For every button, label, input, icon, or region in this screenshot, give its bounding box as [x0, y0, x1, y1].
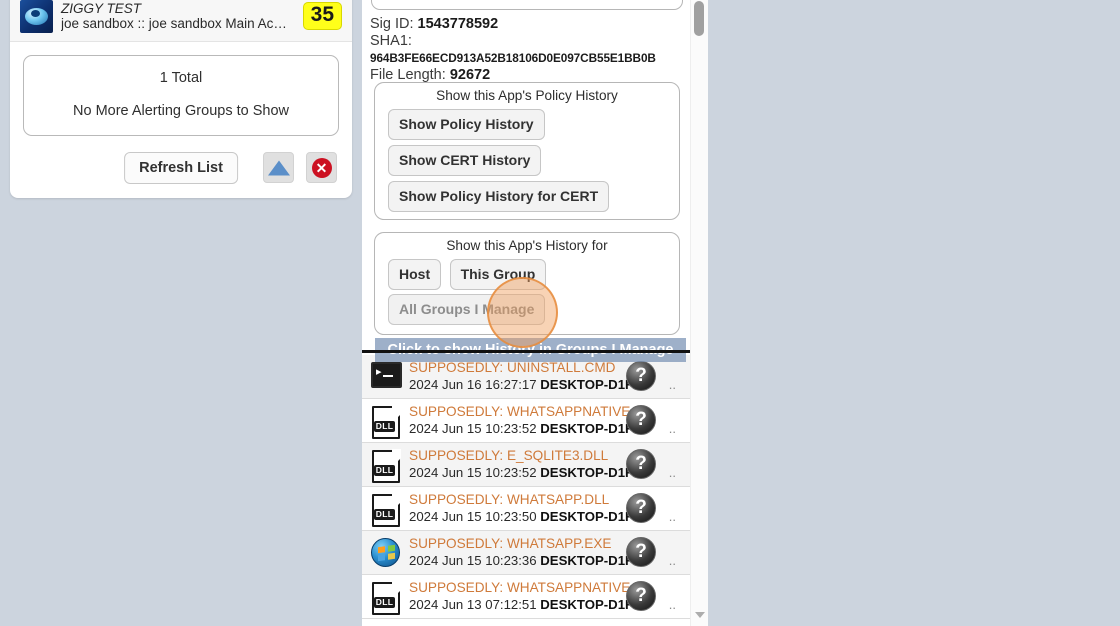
- app-metadata: Sig ID: 1543778592 SHA1: 964B3FE66ECD913…: [370, 16, 692, 84]
- sha1-label: SHA1:: [370, 33, 412, 50]
- sig-id-value: 1543778592: [417, 16, 499, 32]
- file-timestamp: 2024 Jun 15 10:23:52: [409, 420, 537, 436]
- no-more-groups-message: No More Alerting Groups to Show: [73, 103, 289, 119]
- table-row[interactable]: DLL SUPPOSEDLY: E_SQLITE3.DLL 2024 Jun 1…: [362, 443, 690, 487]
- section-divider: [362, 350, 692, 353]
- summary-box: 1 Total No More Alerting Groups to Show: [23, 55, 339, 136]
- history-scope-this-group-button[interactable]: This Group: [449, 259, 547, 290]
- file-host: DESKTOP-D1F: [540, 596, 634, 612]
- group-subtitle: joe sandbox :: joe sandbox Main Ac…: [61, 16, 287, 31]
- policy-history-title: Show this App's Policy History: [436, 88, 618, 103]
- alerting-group-row[interactable]: ZIGGY TEST joe sandbox :: joe sandbox Ma…: [10, 0, 352, 42]
- file-timestamp: 2024 Jun 15 10:23:50: [409, 508, 537, 524]
- show-policy-history-for-cert-button[interactable]: Show Policy History for CERT: [388, 181, 610, 212]
- cmd-file-icon: [369, 361, 402, 393]
- windows-logo-icon: [369, 537, 402, 569]
- up-triangle-icon: [267, 160, 290, 175]
- sha1-line: SHA1: 964B3FE66ECD913A52B18106D0E097CB55…: [370, 33, 692, 67]
- file-host: DESKTOP-D1F: [540, 420, 634, 436]
- row-overflow-dots[interactable]: ..: [669, 597, 676, 612]
- sig-id-label: Sig ID:: [370, 16, 414, 32]
- dll-file-icon: DLL: [369, 405, 402, 439]
- group-texts: ZIGGY TEST joe sandbox :: joe sandbox Ma…: [53, 1, 303, 31]
- close-x-icon: ✕: [311, 157, 332, 178]
- dll-badge: DLL: [374, 596, 395, 608]
- dll-badge: DLL: [374, 464, 395, 476]
- file-length-label: File Length:: [370, 67, 446, 84]
- policy-history-section: Show this App's Policy History Show Poli…: [374, 82, 680, 220]
- dll-file-icon: DLL: [369, 493, 402, 527]
- row-overflow-dots[interactable]: ..: [669, 509, 676, 524]
- scroll-up-button[interactable]: [263, 152, 294, 183]
- dll-badge: DLL: [374, 508, 395, 520]
- alerting-groups-panel: ZIGGY TEST joe sandbox :: joe sandbox Ma…: [10, 0, 352, 198]
- refresh-list-button[interactable]: Refresh List: [124, 152, 238, 184]
- ziggy-logo-icon: [20, 0, 53, 33]
- sha1-value: 964B3FE66ECD913A52B18106D0E097CB55E1BB0B: [370, 51, 656, 66]
- show-policy-history-button[interactable]: Show Policy History: [388, 109, 545, 140]
- row-overflow-dots[interactable]: ..: [669, 421, 676, 436]
- question-mark-icon[interactable]: ?: [626, 449, 656, 479]
- close-panel-button[interactable]: ✕: [306, 152, 337, 183]
- app-history-section: Show this App's History for Host This Gr…: [374, 232, 680, 335]
- file-host: DESKTOP-D1F: [540, 464, 634, 480]
- app-history-all-groups-row: All Groups I Manage: [375, 290, 679, 325]
- panel-actions-row: Refresh List ✕: [10, 152, 352, 188]
- file-host: DESKTOP-D1F: [540, 508, 634, 524]
- file-timestamp: 2024 Jun 16 16:27:17: [409, 376, 537, 392]
- table-row[interactable]: SUPPOSEDLY: WHATSAPP.EXE 2024 Jun 15 10:…: [362, 531, 690, 575]
- table-row[interactable]: DLL SUPPOSEDLY: WHATSAPPNATIVE.| 2024 Ju…: [362, 399, 690, 443]
- scrollbar-thumb[interactable]: [694, 1, 704, 36]
- app-history-scope-buttons: Host This Group: [375, 253, 679, 290]
- history-scope-all-groups-i-manage-button[interactable]: All Groups I Manage: [388, 294, 546, 325]
- file-length-value: 92672: [449, 67, 491, 84]
- sig-id-line: Sig ID: 1543778592: [370, 16, 692, 33]
- file-host: DESKTOP-D1F: [540, 552, 634, 568]
- row-overflow-dots[interactable]: ..: [669, 553, 676, 568]
- row-overflow-dots[interactable]: ..: [669, 377, 676, 392]
- question-mark-icon[interactable]: ?: [626, 493, 656, 523]
- dll-file-icon: DLL: [369, 581, 402, 615]
- policy-history-buttons: Show Policy History Show CERT History Sh…: [375, 103, 679, 217]
- table-row[interactable]: DLL SUPPOSEDLY: WHATSAPPNATIVE.| 2024 Ju…: [362, 575, 690, 619]
- group-title: ZIGGY TEST: [61, 0, 142, 16]
- total-count-label: 1 Total: [159, 70, 203, 86]
- history-scope-host-button[interactable]: Host: [388, 259, 442, 290]
- panel-scrollbar[interactable]: [690, 0, 708, 626]
- file-timestamp: 2024 Jun 15 10:23:52: [409, 464, 537, 480]
- question-mark-icon[interactable]: ?: [626, 537, 656, 567]
- app-history-file-list[interactable]: SUPPOSEDLY: UNINSTALL.CMD 2024 Jun 16 16…: [362, 355, 690, 626]
- question-mark-icon[interactable]: ?: [626, 361, 656, 391]
- dll-file-icon: DLL: [369, 449, 402, 483]
- show-cert-history-button[interactable]: Show CERT History: [388, 145, 542, 176]
- dll-badge: DLL: [374, 420, 395, 432]
- file-timestamp: 2024 Jun 15 10:23:36: [409, 552, 537, 568]
- file-host: DESKTOP-D1F: [540, 376, 634, 392]
- group-alert-count-badge: 35: [302, 1, 342, 31]
- question-mark-icon[interactable]: ?: [626, 581, 656, 611]
- scroll-down-arrow-icon[interactable]: [695, 612, 705, 618]
- file-timestamp: 2024 Jun 13 07:12:51: [409, 596, 537, 612]
- table-row[interactable]: DLL SUPPOSEDLY: WHATSAPP.DLL 2024 Jun 15…: [362, 487, 690, 531]
- question-mark-icon[interactable]: ?: [626, 405, 656, 435]
- top-partial-card: [371, 0, 683, 10]
- row-overflow-dots[interactable]: ..: [669, 465, 676, 480]
- app-history-title: Show this App's History for: [446, 238, 608, 253]
